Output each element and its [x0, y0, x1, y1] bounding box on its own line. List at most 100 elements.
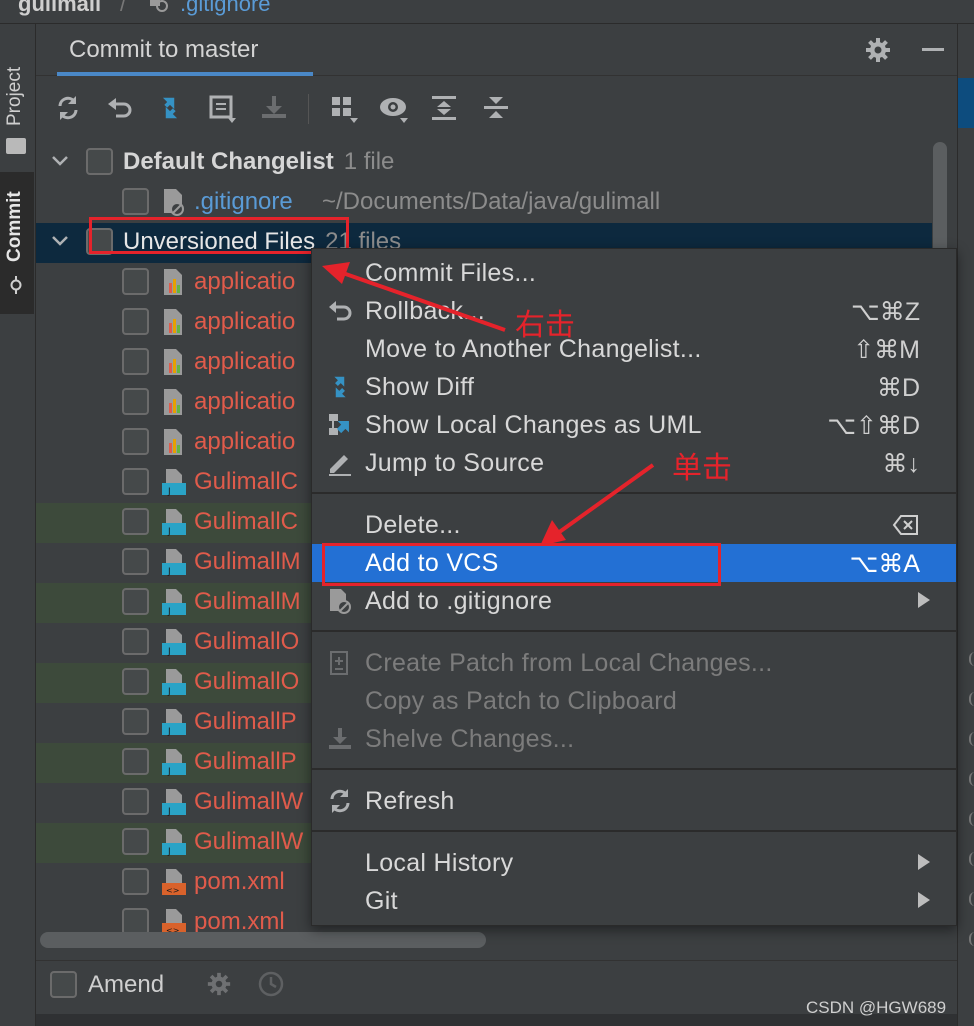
shelve-icon[interactable] — [258, 92, 290, 124]
tool-tab-commit-label: Commit — [4, 191, 25, 262]
svg-text:J: J — [167, 687, 171, 697]
file-name: GulimallC — [194, 508, 299, 535]
menu-item-jump-to-source[interactable]: Jump to Source ⌘↓ — [312, 444, 956, 482]
file-checkbox[interactable] — [122, 908, 149, 932]
clock-icon[interactable] — [258, 971, 284, 997]
file-checkbox[interactable] — [122, 868, 149, 895]
menu-item-label: Local History — [365, 849, 514, 877]
menu-item-git[interactable]: Git — [312, 882, 956, 920]
menu-item-shortcut: ⇧⌘M — [853, 336, 920, 364]
minimize-icon[interactable] — [920, 36, 948, 64]
rollback-icon — [329, 301, 352, 321]
file-checkbox[interactable] — [122, 628, 149, 655]
file-checkbox[interactable] — [122, 388, 149, 415]
file-checkbox[interactable] — [122, 508, 149, 535]
amend-checkbox[interactable] — [50, 971, 77, 998]
file-name: GulimallC — [194, 468, 299, 495]
commit-icon — [10, 276, 22, 294]
panel-title[interactable]: Commit to master — [69, 36, 258, 64]
file-checkbox[interactable] — [122, 748, 149, 775]
java-file-icon: J — [162, 549, 186, 577]
chevron-down-icon[interactable] — [50, 151, 70, 171]
toolbar-separator — [308, 94, 309, 124]
collapse-all-icon[interactable] — [480, 92, 512, 124]
file-name: GulimallM — [194, 548, 301, 575]
file-name: applicatio — [194, 388, 296, 415]
navigation-bar: gulimall / .gitignore — [0, 0, 974, 24]
changelist-label: Default Changelist 1 file — [123, 148, 394, 176]
tool-tab-project-label: Project — [4, 66, 25, 126]
changelist-name: Default Changelist — [123, 148, 334, 175]
right-strip-highlight — [958, 78, 974, 128]
file-checkbox[interactable] — [122, 428, 149, 455]
file-checkbox[interactable] — [122, 188, 149, 215]
annotation-label-right-click: 右击 — [515, 308, 575, 343]
refresh-icon[interactable] — [52, 92, 84, 124]
eye-icon[interactable] — [378, 92, 410, 124]
delete-key-icon — [892, 515, 918, 535]
java-file-icon: J — [162, 509, 186, 537]
file-checkbox[interactable] — [122, 828, 149, 855]
menu-item-shortcut: ⌥⌘A — [849, 550, 920, 578]
menu-item-show-diff[interactable]: Show Diff ⌘D — [312, 368, 956, 406]
annotation-label-single-click: 单击 — [672, 451, 732, 486]
menu-item-move-changelist[interactable]: Move to Another Changelist... ⇧⌘M — [312, 330, 956, 368]
menu-item-add-to-gitignore[interactable]: Add to .gitignore — [312, 582, 956, 620]
properties-file-icon — [164, 269, 182, 295]
breadcrumb-project[interactable]: gulimall — [18, 0, 101, 17]
properties-file-icon — [164, 389, 182, 415]
file-checkbox[interactable] — [122, 268, 149, 295]
svg-text:J: J — [167, 727, 171, 737]
tool-tab-commit[interactable]: Commit — [0, 172, 34, 314]
submenu-arrow-icon — [918, 854, 930, 870]
menu-item-label: Git — [365, 887, 398, 915]
changelist-icon[interactable] — [206, 92, 238, 124]
menu-item-delete[interactable]: Delete... — [312, 506, 956, 544]
file-checkbox[interactable] — [122, 348, 149, 375]
chevron-down-icon[interactable] — [50, 231, 70, 251]
file-checkbox[interactable] — [122, 468, 149, 495]
diff-icon — [334, 376, 346, 398]
menu-item-label: Show Local Changes as UML — [365, 411, 702, 439]
menu-item-rollback[interactable]: Rollback... ⌥⌘Z — [312, 292, 956, 330]
svg-text:J: J — [167, 807, 171, 817]
ignore-file-icon — [164, 189, 184, 216]
file-checkbox[interactable] — [122, 308, 149, 335]
menu-item-commit-files[interactable]: Commit Files... — [312, 254, 956, 292]
tool-tab-project[interactable]: Project — [0, 38, 34, 168]
menu-item-create-patch[interactable]: Create Patch from Local Changes... — [312, 644, 956, 682]
file-name: applicatio — [194, 428, 296, 455]
menu-item-label: Create Patch from Local Changes... — [365, 649, 773, 677]
file-checkbox[interactable] — [122, 668, 149, 695]
file-name: GulimallO — [194, 668, 300, 695]
menu-item-copy-patch[interactable]: Copy as Patch to Clipboard — [312, 682, 956, 720]
menu-item-refresh[interactable]: Refresh — [312, 782, 956, 820]
breadcrumb-file[interactable]: .gitignore — [180, 0, 271, 17]
menu-item-label: Commit Files... — [365, 259, 537, 287]
menu-item-shelve-changes[interactable]: Shelve Changes... — [312, 720, 956, 758]
watermark: CSDN @HGW689 — [806, 998, 947, 1017]
file-checkbox[interactable] — [122, 588, 149, 615]
menu-item-label: Refresh — [365, 787, 455, 815]
changelist-row-default[interactable]: Default Changelist 1 file — [36, 143, 932, 183]
menu-item-label: Jump to Source — [365, 449, 545, 477]
expand-all-icon[interactable] — [428, 92, 460, 124]
changelist-checkbox[interactable] — [86, 148, 113, 175]
menu-item-show-uml[interactable]: Show Local Changes as UML ⌥⇧⌘D — [312, 406, 956, 444]
diff-icon[interactable] — [154, 92, 186, 124]
file-checkbox[interactable] — [122, 788, 149, 815]
gear-icon[interactable] — [864, 36, 892, 64]
right-tool-strip — [957, 24, 974, 1026]
submenu-arrow-icon — [918, 892, 930, 908]
file-name: pom.xml — [194, 868, 285, 895]
svg-text:J: J — [167, 487, 171, 497]
file-checkbox[interactable] — [122, 708, 149, 735]
horizontal-scrollbar[interactable] — [40, 932, 486, 948]
gutter-mark — [969, 852, 974, 866]
gear-icon[interactable] — [206, 971, 232, 997]
rollback-icon[interactable] — [104, 92, 136, 124]
group-by-icon[interactable] — [328, 92, 360, 124]
file-name: .gitignore — [194, 188, 293, 215]
file-checkbox[interactable] — [122, 548, 149, 575]
menu-item-local-history[interactable]: Local History — [312, 844, 956, 882]
